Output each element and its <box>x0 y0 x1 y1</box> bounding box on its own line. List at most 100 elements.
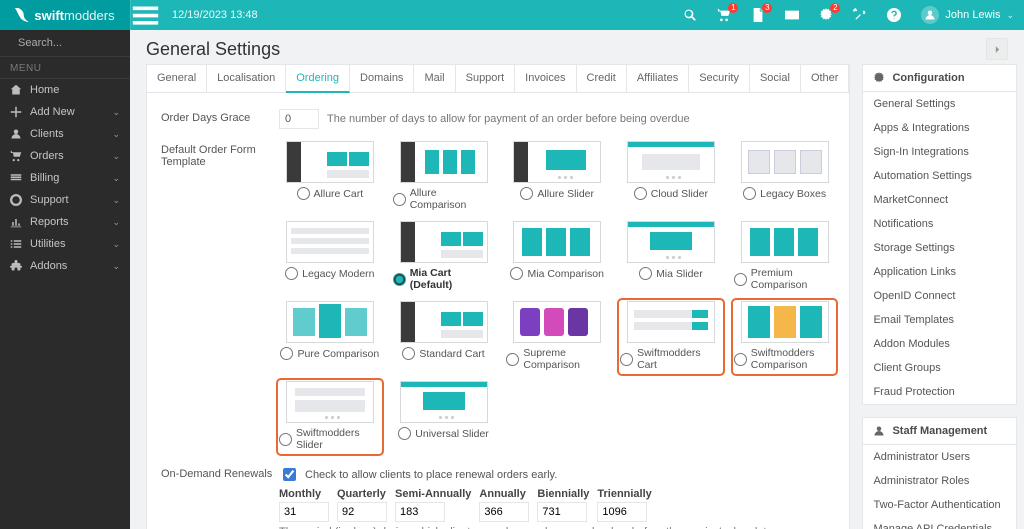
tools-button[interactable] <box>843 0 877 30</box>
template-option-legacy-boxes[interactable]: Legacy Boxes <box>734 141 836 213</box>
cart-button[interactable]: 1 <box>707 0 741 30</box>
template-radio-swiftmodders-comparison[interactable] <box>734 353 747 366</box>
template-radio-premium-comparison[interactable] <box>734 273 747 286</box>
template-option-legacy-modern[interactable]: Legacy Modern <box>279 221 381 293</box>
configuration-item-email-templates[interactable]: Email Templates <box>863 308 1016 332</box>
on-demand-renewals-checkbox-row[interactable]: Check to allow clients to place renewal … <box>279 465 835 484</box>
sidebar-item-addons[interactable]: Addons⌄ <box>0 255 130 277</box>
template-radio-allure-slider[interactable] <box>520 187 533 200</box>
template-radio-supreme-comparison[interactable] <box>506 353 519 366</box>
search-button[interactable] <box>673 0 707 30</box>
configuration-item-apps-integrations[interactable]: Apps & Integrations <box>863 116 1016 140</box>
period-header-biennially: Biennially <box>537 488 589 500</box>
staff-item-two-factor-authentication[interactable]: Two-Factor Authentication <box>863 493 1016 517</box>
tab-domains[interactable]: Domains <box>350 65 414 92</box>
logo-icon <box>15 8 29 22</box>
sidebar-toggle-button[interactable] <box>130 0 160 30</box>
addons-icon <box>10 260 22 272</box>
template-radio-pure-comparison[interactable] <box>280 347 293 360</box>
template-option-mia-cart-default-[interactable]: Mia Cart (Default) <box>393 221 495 293</box>
template-radio-swiftmodders-cart[interactable] <box>620 353 633 366</box>
template-option-supreme-comparison[interactable]: Supreme Comparison <box>506 301 608 373</box>
template-option-mia-slider[interactable]: Mia Slider <box>620 221 722 293</box>
sidebar-item-clients[interactable]: Clients⌄ <box>0 123 130 145</box>
template-option-standard-cart[interactable]: Standard Cart <box>393 301 495 373</box>
template-radio-allure-comparison[interactable] <box>393 193 406 206</box>
sidebar-item-utilities[interactable]: Utilities⌄ <box>0 233 130 255</box>
brand-logo[interactable]: swiftmodders <box>0 0 130 30</box>
configuration-item-fraud-protection[interactable]: Fraud Protection <box>863 380 1016 404</box>
tab-affiliates[interactable]: Affiliates <box>627 65 689 92</box>
configuration-item-storage-settings[interactable]: Storage Settings <box>863 236 1016 260</box>
tab-credit[interactable]: Credit <box>577 65 627 92</box>
template-option-mia-comparison[interactable]: Mia Comparison <box>506 221 608 293</box>
period-input-monthly[interactable] <box>279 502 329 522</box>
configuration-item-addon-modules[interactable]: Addon Modules <box>863 332 1016 356</box>
period-input-quarterly[interactable] <box>337 502 387 522</box>
template-option-premium-comparison[interactable]: Premium Comparison <box>734 221 836 293</box>
period-input-biennially[interactable] <box>537 502 587 522</box>
template-radio-cloud-slider[interactable] <box>634 187 647 200</box>
order-days-grace-input[interactable] <box>279 109 319 129</box>
tab-ordering[interactable]: Ordering <box>286 65 350 93</box>
configuration-item-client-groups[interactable]: Client Groups <box>863 356 1016 380</box>
template-radio-universal-slider[interactable] <box>398 427 411 440</box>
sidebar-item-support[interactable]: Support⌄ <box>0 189 130 211</box>
configuration-item-openid-connect[interactable]: OpenID Connect <box>863 284 1016 308</box>
template-option-allure-comparison[interactable]: Allure Comparison <box>393 141 495 213</box>
sidebar-item-orders[interactable]: Orders⌄ <box>0 145 130 167</box>
tab-mail[interactable]: Mail <box>414 65 455 92</box>
template-option-swiftmodders-cart[interactable]: Swiftmodders Cart <box>620 301 722 373</box>
sidebar-item-home[interactable]: Home <box>0 79 130 101</box>
staff-item-administrator-users[interactable]: Administrator Users <box>863 445 1016 469</box>
template-option-cloud-slider[interactable]: Cloud Slider <box>620 141 722 213</box>
settings-button[interactable]: 2 <box>809 0 843 30</box>
configuration-item-sign-in-integrations[interactable]: Sign-In Integrations <box>863 140 1016 164</box>
template-option-allure-cart[interactable]: Allure Cart <box>279 141 381 213</box>
tab-social[interactable]: Social <box>750 65 801 92</box>
period-input-triennially[interactable] <box>597 502 647 522</box>
files-button[interactable]: 3 <box>741 0 775 30</box>
mail-button[interactable] <box>775 0 809 30</box>
configuration-item-marketconnect[interactable]: MarketConnect <box>863 188 1016 212</box>
collapse-sidebar-button[interactable] <box>986 38 1008 60</box>
tab-other[interactable]: Other <box>801 65 850 92</box>
tab-localisation[interactable]: Localisation <box>207 65 286 92</box>
sidebar-item-add-new[interactable]: Add New⌄ <box>0 101 130 123</box>
sidebar-item-label: Reports <box>30 216 69 228</box>
template-radio-mia-comparison[interactable] <box>510 267 523 280</box>
tab-security[interactable]: Security <box>689 65 750 92</box>
on-demand-renewals-checkbox[interactable] <box>283 468 296 481</box>
sidebar-item-billing[interactable]: Billing⌄ <box>0 167 130 189</box>
period-input-semi-annually[interactable] <box>395 502 445 522</box>
staff-item-administrator-roles[interactable]: Administrator Roles <box>863 469 1016 493</box>
sidebar-item-reports[interactable]: Reports⌄ <box>0 211 130 233</box>
template-radio-swiftmodders-slider[interactable] <box>279 433 292 446</box>
period-input-annually[interactable] <box>479 502 529 522</box>
tab-general[interactable]: General <box>147 65 207 92</box>
template-radio-mia-cart-default-[interactable] <box>393 273 406 286</box>
template-label: Mia Cart (Default) <box>410 267 495 291</box>
configuration-card: Configuration General SettingsApps & Int… <box>862 64 1017 405</box>
tab-invoices[interactable]: Invoices <box>515 65 576 92</box>
template-option-swiftmodders-comparison[interactable]: Swiftmodders Comparison <box>734 301 836 373</box>
template-label: Legacy Boxes <box>760 188 826 200</box>
template-label: Universal Slider <box>415 428 489 440</box>
staff-item-manage-api-credentials[interactable]: Manage API Credentials <box>863 517 1016 529</box>
template-radio-allure-cart[interactable] <box>297 187 310 200</box>
configuration-item-general-settings[interactable]: General Settings <box>863 92 1016 116</box>
help-button[interactable] <box>877 0 911 30</box>
template-radio-legacy-boxes[interactable] <box>743 187 756 200</box>
template-radio-mia-slider[interactable] <box>639 267 652 280</box>
tab-support[interactable]: Support <box>456 65 516 92</box>
configuration-item-application-links[interactable]: Application Links <box>863 260 1016 284</box>
template-radio-legacy-modern[interactable] <box>285 267 298 280</box>
template-option-pure-comparison[interactable]: Pure Comparison <box>279 301 381 373</box>
configuration-item-automation-settings[interactable]: Automation Settings <box>863 164 1016 188</box>
template-option-swiftmodders-slider[interactable]: Swiftmodders Slider <box>279 381 381 453</box>
configuration-item-notifications[interactable]: Notifications <box>863 212 1016 236</box>
template-option-allure-slider[interactable]: Allure Slider <box>506 141 608 213</box>
template-option-universal-slider[interactable]: Universal Slider <box>393 381 495 453</box>
user-menu[interactable]: John Lewis ⌄ <box>911 6 1024 24</box>
template-radio-standard-cart[interactable] <box>402 347 415 360</box>
